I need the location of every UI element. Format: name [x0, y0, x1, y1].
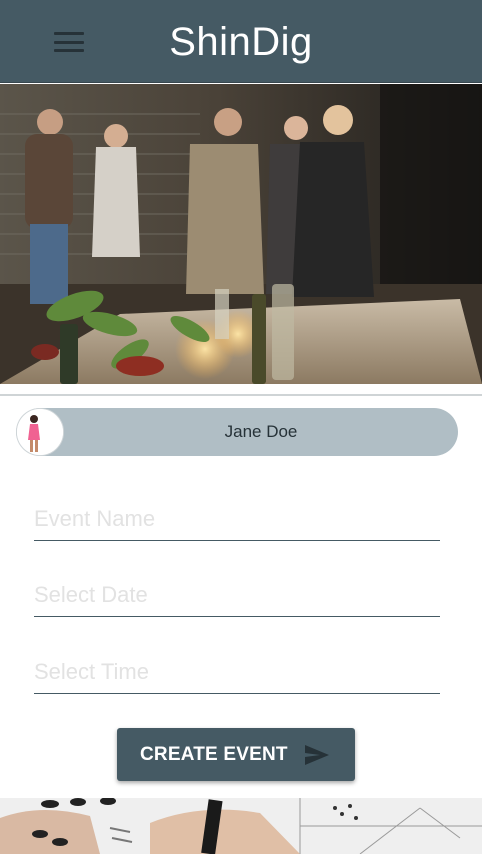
- user-avatar: [16, 408, 64, 456]
- app-title: ShinDig: [169, 20, 313, 64]
- app-header: ShinDig: [0, 0, 482, 83]
- create-event-label: CREATE EVENT: [140, 744, 288, 765]
- profile-chip[interactable]: Jane Doe: [16, 408, 458, 456]
- send-icon: [305, 745, 329, 765]
- event-name-input[interactable]: [34, 491, 440, 541]
- profile-name: Jane Doe: [224, 422, 298, 441]
- hero-party-image: [0, 84, 482, 384]
- footer-planning-image: [0, 798, 482, 854]
- create-event-button[interactable]: CREATE EVENT: [117, 728, 355, 781]
- select-time-input[interactable]: [34, 644, 440, 694]
- select-date-input[interactable]: [34, 567, 440, 617]
- section-divider: [0, 394, 482, 396]
